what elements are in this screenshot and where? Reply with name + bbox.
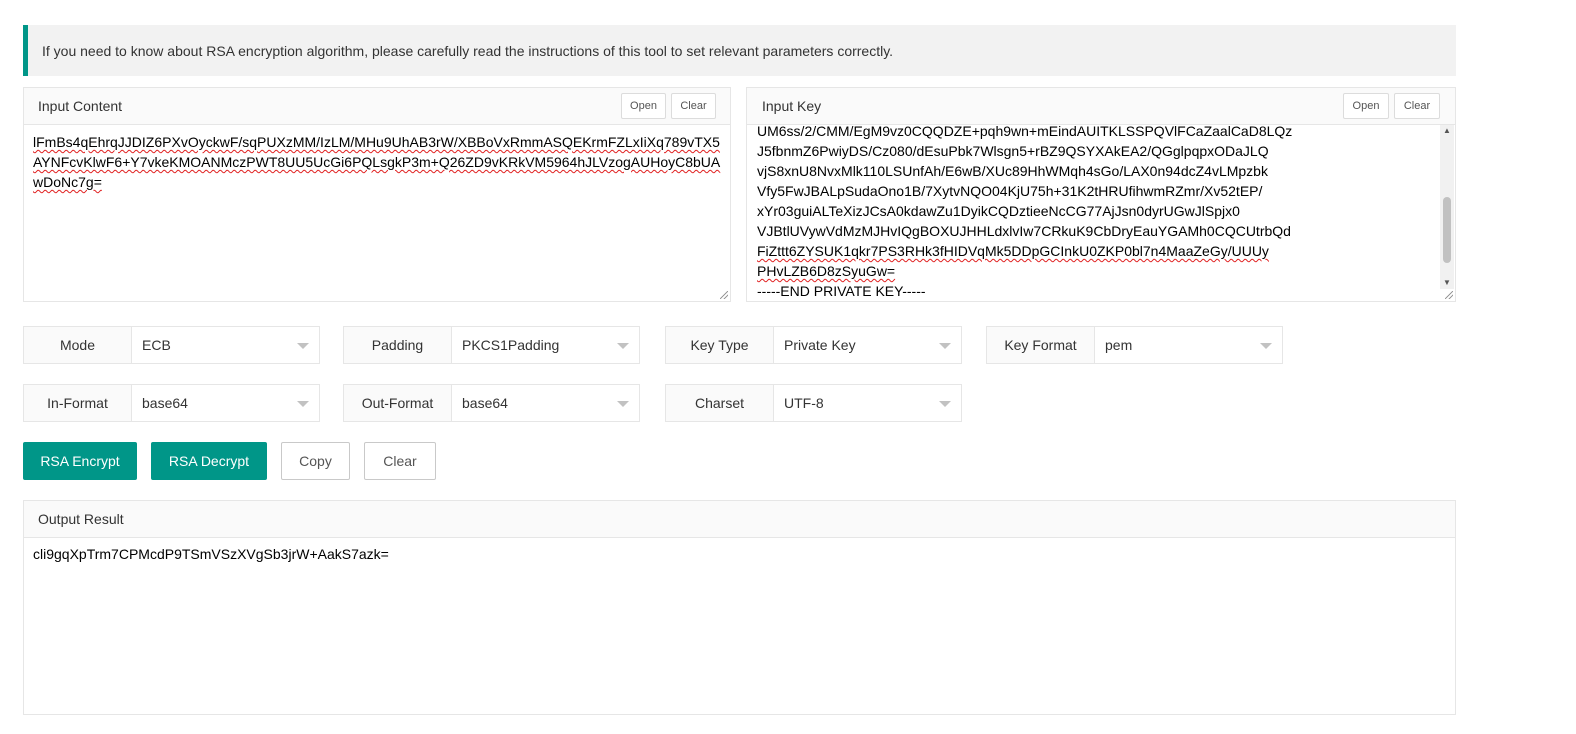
- key-line: xYr03guiALTeXizJCsA0kdawZu1DyikCQDztieeN…: [757, 203, 1240, 219]
- input-content-textarea[interactable]: lFmBs4qEhrqJJDIZ6PXvOyckwF/sqPUXzMM/IzLM…: [24, 125, 730, 301]
- input-content-title: Input Content: [38, 98, 123, 114]
- padding-select[interactable]: Padding PKCS1Padding: [343, 326, 640, 364]
- input-key-title: Input Key: [762, 98, 822, 114]
- output-result-header: Output Result: [24, 501, 1455, 538]
- padding-value: PKCS1Padding: [462, 337, 560, 353]
- key-line: FiZttt6ZYSUK1qkr7PS3RHk3fHIDVqMk5DDpGCIn…: [757, 243, 1269, 259]
- key-line: PHvLZB6D8zSyuGw=: [757, 263, 896, 279]
- key-type-label: Key Type: [666, 327, 774, 363]
- scroll-down-arrow-icon[interactable]: ▼: [1440, 277, 1454, 289]
- input-key-panel: Input Key Open Clear UM6ss/2/CMM/EgM9vz0…: [746, 87, 1456, 302]
- input-content-value: lFmBs4qEhrqJJDIZ6PXvOyckwF/sqPUXzMM/IzLM…: [33, 134, 721, 190]
- scroll-thumb[interactable]: [1443, 197, 1451, 263]
- resize-grip-icon[interactable]: [1445, 291, 1453, 299]
- key-format-value: pem: [1105, 337, 1133, 353]
- charset-select[interactable]: Charset UTF-8: [665, 384, 962, 422]
- key-line: UM6ss/2/CMM/EgM9vz0CQQDZE+pqh9wn+mEindAU…: [757, 123, 1293, 139]
- mode-select[interactable]: Mode ECB: [23, 326, 320, 364]
- input-content-open-button[interactable]: Open: [621, 93, 666, 119]
- copy-button[interactable]: Copy: [281, 442, 350, 480]
- input-content-clear-button[interactable]: Clear: [671, 93, 716, 119]
- chevron-down-icon: [617, 343, 629, 349]
- in-format-select[interactable]: In-Format base64: [23, 384, 320, 422]
- key-line: J5fbnmZ6PwiyDS/Cz080/dEsuPbk7Wlsgn5+rBZ9…: [757, 143, 1269, 159]
- out-format-value: base64: [462, 395, 508, 411]
- resize-grip-icon[interactable]: [720, 291, 728, 299]
- key-type-select[interactable]: Key Type Private Key: [665, 326, 962, 364]
- chevron-down-icon: [1260, 343, 1272, 349]
- notice-text: If you need to know about RSA encryption…: [42, 43, 894, 59]
- output-result-panel: Output Result cli9gqXpTrm7CPMcdP9TSmVSzX…: [23, 500, 1456, 715]
- key-type-value: Private Key: [784, 337, 856, 353]
- input-key-header: Input Key Open Clear: [747, 88, 1455, 125]
- charset-value: UTF-8: [784, 395, 824, 411]
- output-result-value[interactable]: cli9gqXpTrm7CPMcdP9TSmVSzXVgSb3jrW+AakS7…: [33, 546, 389, 562]
- scroll-up-arrow-icon[interactable]: ▲: [1440, 125, 1454, 137]
- charset-label: Charset: [666, 385, 774, 421]
- key-format-label: Key Format: [987, 327, 1095, 363]
- in-format-value: base64: [142, 395, 188, 411]
- mode-label: Mode: [24, 327, 132, 363]
- key-line: vjS8xnU8NvxMlk110LSUnfAh/E6wB/XUc89HhWMq…: [757, 163, 1268, 179]
- in-format-label: In-Format: [24, 385, 132, 421]
- key-format-select[interactable]: Key Format pem: [986, 326, 1283, 364]
- input-key-textarea[interactable]: UM6ss/2/CMM/EgM9vz0CQQDZE+pqh9wn+mEindAU…: [757, 121, 1439, 301]
- chevron-down-icon: [939, 401, 951, 407]
- info-notice: If you need to know about RSA encryption…: [23, 25, 1456, 76]
- chevron-down-icon: [939, 343, 951, 349]
- key-line: Vfy5FwJBALpSudaOno1B/7XytvNQO04KjU75h+31…: [757, 183, 1263, 199]
- chevron-down-icon: [297, 343, 309, 349]
- input-key-scrollbar[interactable]: ▲ ▼: [1440, 125, 1454, 289]
- output-result-title: Output Result: [38, 511, 124, 527]
- out-format-label: Out-Format: [344, 385, 452, 421]
- input-key-clear-button[interactable]: Clear: [1394, 93, 1440, 119]
- input-content-panel: Input Content Open Clear lFmBs4qEhrqJJDI…: [23, 87, 731, 302]
- mode-value: ECB: [142, 337, 171, 353]
- clear-button[interactable]: Clear: [364, 442, 436, 480]
- input-content-header: Input Content Open Clear: [24, 88, 730, 125]
- key-line: -----END PRIVATE KEY-----: [757, 283, 926, 299]
- out-format-select[interactable]: Out-Format base64: [343, 384, 640, 422]
- key-line: VJBtlUVywVdMzMJHvIQgBOXUJHHLdxlvIw7CRkuK…: [757, 223, 1291, 239]
- chevron-down-icon: [617, 401, 629, 407]
- rsa-encrypt-button[interactable]: RSA Encrypt: [23, 442, 137, 480]
- chevron-down-icon: [297, 401, 309, 407]
- input-key-open-button[interactable]: Open: [1343, 93, 1389, 119]
- rsa-decrypt-button[interactable]: RSA Decrypt: [151, 442, 267, 480]
- padding-label: Padding: [344, 327, 452, 363]
